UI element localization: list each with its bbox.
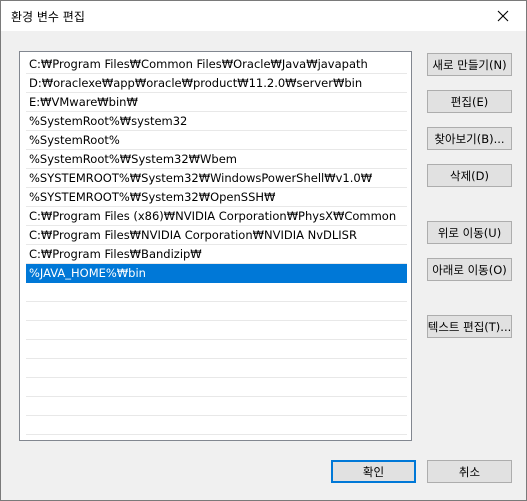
- path-list[interactable]: C:₩Program Files₩Common Files₩Oracle₩Jav…: [19, 51, 412, 441]
- list-item[interactable]: %SYSTEMROOT%₩System32₩OpenSSH₩: [26, 188, 407, 207]
- edit-env-variable-dialog: 환경 변수 편집 C:₩Program Files₩Common Files₩O…: [0, 0, 527, 501]
- title-bar: 환경 변수 편집: [1, 1, 526, 31]
- empty-row[interactable]: [26, 283, 407, 302]
- list-item[interactable]: %SystemRoot%: [26, 131, 407, 150]
- cancel-button[interactable]: 취소: [427, 460, 512, 483]
- edit-button[interactable]: 편집(E): [427, 90, 512, 113]
- close-button[interactable]: [480, 1, 526, 31]
- list-item[interactable]: D:₩oraclexe₩app₩oracle₩product₩11.2.0₩se…: [26, 74, 407, 93]
- empty-row[interactable]: [26, 378, 407, 397]
- delete-button[interactable]: 삭제(D): [427, 164, 512, 187]
- empty-row[interactable]: [26, 359, 407, 378]
- empty-row[interactable]: [26, 302, 407, 321]
- close-icon: [497, 10, 509, 22]
- empty-row[interactable]: [26, 340, 407, 359]
- empty-row[interactable]: [26, 321, 407, 340]
- move-down-button[interactable]: 아래로 이동(O): [427, 258, 512, 281]
- list-item[interactable]: E:₩VMware₩bin₩: [26, 93, 407, 112]
- new-button[interactable]: 새로 만들기(N): [427, 53, 512, 76]
- empty-row[interactable]: [26, 397, 407, 416]
- list-item[interactable]: %SYSTEMROOT%₩System32₩WindowsPowerShell₩…: [26, 169, 407, 188]
- edit-text-button[interactable]: 텍스트 편집(T)...: [427, 315, 512, 338]
- browse-button[interactable]: 찾아보기(B)...: [427, 127, 512, 150]
- list-item[interactable]: %SystemRoot%₩system32: [26, 112, 407, 131]
- list-item-selected[interactable]: %JAVA_HOME%₩bin: [26, 264, 407, 283]
- empty-row[interactable]: [26, 416, 407, 435]
- dialog-title: 환경 변수 편집: [11, 10, 85, 24]
- move-up-button[interactable]: 위로 이동(U): [427, 221, 512, 244]
- list-item[interactable]: C:₩Program Files (x86)₩NVIDIA Corporatio…: [26, 207, 407, 226]
- list-item[interactable]: C:₩Program Files₩Bandizip₩: [26, 245, 407, 264]
- list-item[interactable]: C:₩Program Files₩Common Files₩Oracle₩Jav…: [26, 55, 407, 74]
- list-item[interactable]: %SystemRoot%₩System32₩Wbem: [26, 150, 407, 169]
- ok-button[interactable]: 확인: [331, 460, 416, 483]
- list-item[interactable]: C:₩Program Files₩NVIDIA Corporation₩NVID…: [26, 226, 407, 245]
